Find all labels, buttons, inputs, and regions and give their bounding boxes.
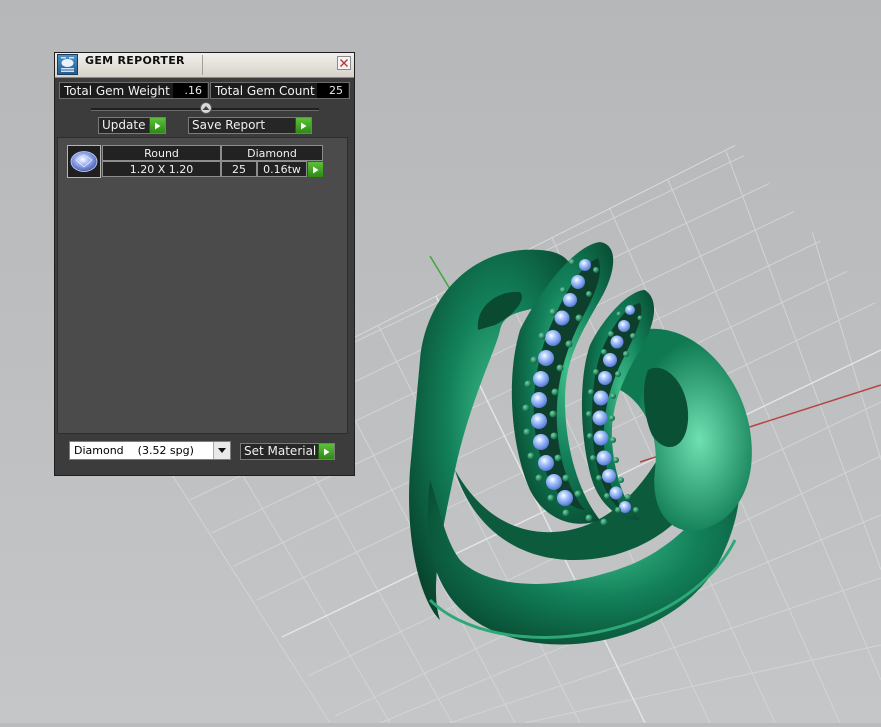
chevron-up-icon: [202, 106, 210, 110]
round-diamond-icon: [70, 151, 98, 172]
gem-type-cell: Diamond: [221, 145, 323, 161]
gem-weight-cell: 0.16tw: [257, 161, 307, 177]
material-selected-value: Diamond (3.52 spg): [74, 444, 194, 457]
panel-title: GEM REPORTER: [85, 54, 185, 67]
gem-shape-cell: Round: [102, 145, 221, 161]
gem-reporter-panel[interactable]: GEM REPORTER Total Gem Weight .16 Total …: [54, 52, 355, 476]
gem-list[interactable]: Round Diamond 1.20 X 1.20 25 0.16tw: [57, 137, 348, 434]
save-report-label: Save Report: [192, 118, 266, 132]
panel-splitter-handle[interactable]: [200, 102, 212, 114]
close-icon: [340, 59, 348, 67]
play-icon: [149, 118, 165, 133]
total-weight-label: Total Gem Weight: [64, 84, 170, 98]
save-report-button[interactable]: Save Report: [188, 117, 312, 134]
gem-reporter-icon: [57, 54, 78, 75]
gem-count-cell: 25: [221, 161, 257, 177]
material-dropdown[interactable]: Diamond (3.52 spg): [69, 441, 231, 460]
gem-row-select-button[interactable]: [307, 162, 323, 177]
total-weight-value: .16: [173, 83, 207, 98]
play-icon: [318, 444, 334, 459]
set-material-label: Set Material: [244, 444, 317, 458]
total-count-label: Total Gem Count: [215, 84, 315, 98]
close-button[interactable]: [337, 56, 351, 70]
titlebar-divider: [202, 55, 203, 75]
total-count-value: 25: [317, 83, 348, 98]
panel-titlebar[interactable]: GEM REPORTER: [55, 53, 354, 78]
set-material-button[interactable]: Set Material: [240, 443, 335, 460]
dropdown-arrow-icon[interactable]: [213, 442, 230, 459]
update-button[interactable]: Update: [98, 117, 166, 134]
gem-size-cell: 1.20 X 1.20: [102, 161, 221, 177]
update-label: Update: [102, 118, 146, 132]
round-gem-thumbnail[interactable]: [67, 145, 101, 178]
play-icon: [295, 118, 311, 133]
play-icon: [313, 166, 319, 173]
